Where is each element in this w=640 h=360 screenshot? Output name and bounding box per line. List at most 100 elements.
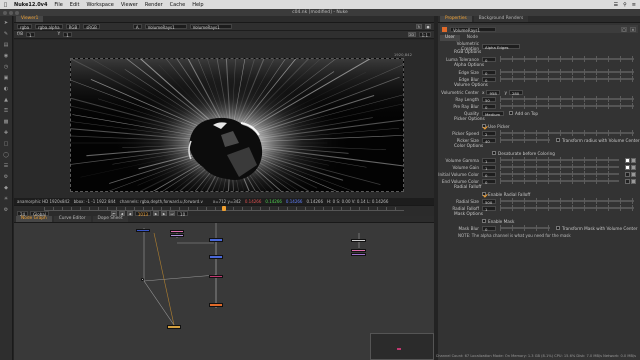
volume-gain-field[interactable]: 1 bbox=[482, 164, 496, 171]
metadata-icon[interactable]: ☰ bbox=[3, 162, 10, 169]
settings-icon[interactable]: ⚙ bbox=[3, 206, 10, 213]
pre-ray-blur-slider[interactable] bbox=[500, 103, 634, 109]
colorspace-select[interactable]: RGB bbox=[65, 24, 81, 30]
luma-tolerance-slider[interactable] bbox=[500, 56, 634, 62]
timeline[interactable]: 24 Global ⏮ ◀ ◀ 1013 ▶ ▶ ⏭ 10 bbox=[14, 205, 434, 217]
tab-properties[interactable]: Properties bbox=[440, 16, 472, 22]
menu-extras-icon[interactable]: ≡ bbox=[632, 2, 636, 8]
ray-length-slider[interactable] bbox=[500, 96, 634, 102]
picker-speed-slider[interactable] bbox=[500, 130, 634, 136]
transform-radius-checkbox[interactable] bbox=[556, 138, 560, 142]
refresh-icon[interactable]: ↻ bbox=[416, 24, 422, 29]
transform-mask-checkbox[interactable] bbox=[556, 226, 560, 230]
lut-select[interactable]: sRGB bbox=[83, 24, 100, 30]
other-icon[interactable]: ◆ bbox=[3, 184, 10, 191]
radial-size-slider[interactable] bbox=[500, 198, 634, 204]
menu-edit[interactable]: Edit bbox=[70, 2, 80, 8]
luma-tolerance-field[interactable]: 0 bbox=[482, 56, 496, 63]
node-purple-1[interactable] bbox=[170, 234, 184, 237]
volumetric-creation-select[interactable]: Alpha Edges bbox=[482, 43, 520, 50]
channel-select[interactable]: rgba.alpha bbox=[35, 24, 63, 30]
node-pink-2[interactable] bbox=[351, 249, 366, 252]
node-colorcorrect-1[interactable] bbox=[209, 275, 223, 278]
layers-icon[interactable]: ▤ bbox=[3, 41, 10, 48]
views-icon[interactable]: ◯ bbox=[3, 151, 10, 158]
node-graph-canvas[interactable] bbox=[14, 223, 434, 360]
volume-gamma-field[interactable]: 1 bbox=[482, 157, 496, 164]
pre-ray-blur-field[interactable]: 0 bbox=[482, 103, 496, 110]
tab-curve-editor[interactable]: Curve Editor bbox=[53, 216, 91, 222]
node-blue-1[interactable] bbox=[136, 229, 150, 232]
paint-icon[interactable]: ✎ bbox=[3, 30, 10, 37]
quality-select[interactable]: Medium bbox=[482, 110, 504, 117]
picker-size-slider[interactable] bbox=[500, 137, 550, 143]
mask-blur-field[interactable]: 0 bbox=[482, 225, 496, 232]
lock-icon[interactable]: ● bbox=[425, 24, 431, 29]
transform-icon[interactable]: ✚ bbox=[3, 129, 10, 136]
search-icon[interactable]: ⚲ bbox=[623, 2, 627, 8]
node-volumerays-1[interactable] bbox=[209, 303, 223, 307]
minimize-window-icon[interactable] bbox=[9, 10, 13, 15]
volume-gamma-slider[interactable] bbox=[500, 157, 619, 163]
node-write-1[interactable] bbox=[167, 325, 181, 329]
node-pink-1[interactable] bbox=[170, 230, 184, 233]
wifi-icon[interactable]: ☰ bbox=[614, 2, 618, 8]
menu-workspace[interactable]: Workspace bbox=[86, 2, 113, 8]
node-b-select[interactable]: VolumeRays1 bbox=[189, 24, 232, 30]
node-dot-1[interactable] bbox=[141, 278, 144, 281]
gain-field[interactable]: 1 bbox=[25, 32, 35, 38]
end-volume-color-buttons[interactable] bbox=[625, 178, 636, 184]
end-volume-color-slider[interactable] bbox=[500, 178, 619, 184]
zoom-window-icon[interactable] bbox=[15, 10, 19, 15]
volumetric-center-y[interactable]: 280 bbox=[508, 89, 523, 96]
tab-viewer1[interactable]: Viewer1 bbox=[16, 16, 44, 22]
menu-help[interactable]: Help bbox=[192, 2, 203, 8]
filter-icon[interactable]: ▲ bbox=[3, 96, 10, 103]
initial-volume-color-slider[interactable] bbox=[500, 171, 619, 177]
playhead[interactable] bbox=[222, 206, 226, 211]
node-grey-1[interactable] bbox=[351, 239, 366, 242]
edge-size-slider[interactable] bbox=[500, 69, 634, 75]
gamma-field[interactable]: 1 bbox=[63, 32, 72, 38]
layer-select[interactable]: rgba bbox=[17, 24, 33, 30]
node-color-icon[interactable] bbox=[442, 26, 447, 32]
picker-speed-field[interactable]: 2 bbox=[482, 130, 496, 137]
enable-mask-checkbox[interactable] bbox=[482, 219, 486, 223]
3d-icon[interactable]: □ bbox=[3, 140, 10, 147]
initial-volume-color-buttons[interactable] bbox=[625, 171, 636, 177]
volume-gamma-color-buttons[interactable] bbox=[625, 157, 636, 163]
cara-icon[interactable]: ☀ bbox=[3, 195, 10, 202]
input-a-select[interactable]: A bbox=[132, 24, 142, 30]
apple-icon[interactable]:  bbox=[4, 2, 7, 8]
node-name-field[interactable]: VolumeRays1 bbox=[450, 26, 496, 33]
frame-mode-button[interactable]: 2D bbox=[407, 32, 416, 37]
volume-gain-slider[interactable] bbox=[500, 164, 619, 170]
pointer-icon[interactable]: ➤ bbox=[3, 19, 10, 26]
toolsets-icon[interactable]: ⚙ bbox=[3, 173, 10, 180]
enable-radial-falloff-checkbox[interactable] bbox=[482, 192, 486, 196]
close-window-icon[interactable] bbox=[3, 10, 7, 15]
mask-blur-slider[interactable] bbox=[500, 225, 550, 231]
time-icon[interactable]: ◷ bbox=[3, 63, 10, 70]
menu-viewer[interactable]: Viewer bbox=[121, 2, 138, 8]
edge-size-field[interactable]: 0 bbox=[482, 69, 496, 76]
picker-size-field[interactable]: 40 bbox=[482, 137, 496, 144]
keyer-icon[interactable]: ⚿ bbox=[3, 107, 10, 114]
channel-icon[interactable]: ▣ bbox=[3, 74, 10, 81]
merge-icon[interactable]: ▩ bbox=[3, 118, 10, 125]
end-volume-color-field[interactable]: 0 bbox=[482, 178, 496, 185]
tab-background-renders[interactable]: Background Renders bbox=[473, 16, 529, 22]
tab-dope-sheet[interactable]: Dope Sheet bbox=[92, 216, 128, 222]
proxy-select[interactable]: 1:1 bbox=[418, 32, 431, 38]
menu-file[interactable]: File bbox=[54, 2, 62, 8]
float-panel-icon[interactable]: ▢ bbox=[621, 26, 627, 32]
menu-render[interactable]: Render bbox=[145, 2, 163, 8]
volumetric-center-x[interactable]: 958 bbox=[486, 89, 501, 96]
radial-size-field[interactable]: 500 bbox=[482, 198, 496, 205]
color-icon[interactable]: ◉ bbox=[3, 52, 10, 59]
ray-length-field[interactable]: 50 bbox=[482, 96, 496, 103]
edge-blur-field[interactable]: 0 bbox=[482, 76, 496, 83]
use-picker-checkbox[interactable] bbox=[482, 124, 486, 128]
initial-volume-color-field[interactable]: 0 bbox=[482, 171, 496, 178]
node-a-select[interactable]: VolumeRays1 bbox=[144, 24, 187, 30]
